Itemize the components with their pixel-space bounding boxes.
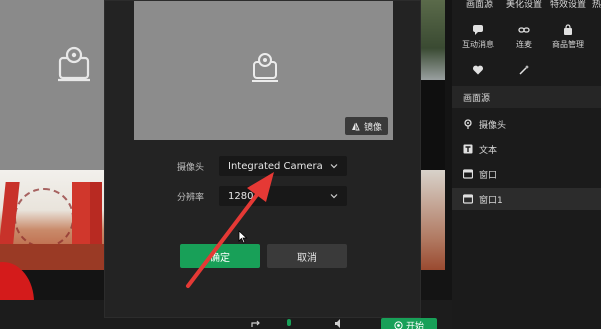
effects-button[interactable] [504, 64, 544, 79]
source-label: 摄像头 [479, 120, 507, 131]
tool-label: 商品管理 [552, 40, 584, 49]
right-panel: 画面源 美化设置 特效设置 热 互动消息 连麦 商品管理 画面源 摄像头 文本 … [452, 0, 601, 329]
camera-select-value: Integrated Camera [228, 160, 323, 172]
camera-icon [58, 46, 90, 82]
scene-thumbnail-bottom [421, 170, 445, 270]
start-live-button[interactable]: 开始 [381, 318, 437, 329]
main-preview-canvas[interactable] [0, 0, 104, 170]
tab-effects[interactable]: 特效设置 [550, 0, 586, 10]
tool-label: 连麦 [516, 40, 532, 49]
camera-select[interactable]: Integrated Camera [219, 156, 347, 176]
chevron-down-icon [330, 164, 338, 169]
chat-icon [473, 25, 483, 35]
mouse-cursor-icon [238, 230, 248, 244]
microphone-icon[interactable] [284, 318, 294, 329]
resolution-select[interactable]: 1280 [219, 186, 347, 206]
source-item-camera[interactable]: 摄像头 [452, 113, 601, 135]
source-label: 窗口1 [479, 195, 503, 206]
source-item-window-1[interactable]: 窗口1 [452, 188, 601, 210]
source-item-window[interactable]: 窗口 [452, 163, 601, 185]
camera-settings-dialog: 镜像 摄像头 Integrated Camera 分辨率 1280 确定 取消 [104, 0, 421, 318]
bag-icon [564, 24, 572, 35]
cancel-button[interactable]: 取消 [267, 244, 347, 268]
chevron-down-icon [330, 194, 338, 199]
mirror-button[interactable]: 镜像 [344, 117, 388, 135]
scene-background-image [0, 170, 104, 270]
location-pin-icon [464, 119, 472, 129]
tab-sources[interactable]: 画面源 [466, 0, 493, 10]
app-window: 镜像 摄像头 Integrated Camera 分辨率 1280 确定 取消 … [0, 0, 601, 329]
source-label: 文本 [479, 145, 498, 156]
mirror-label: 镜像 [363, 122, 382, 133]
resolution-field-label: 分辨率 [177, 193, 205, 203]
panel-tabs: 画面源 美化设置 特效设置 热 [452, 0, 601, 14]
camera-preview: 镜像 [134, 1, 393, 140]
product-management-button[interactable]: 商品管理 [548, 24, 588, 50]
mirror-icon [351, 122, 360, 130]
start-label: 开始 [405, 321, 424, 329]
source-label: 窗口 [479, 170, 498, 181]
interactive-messages-button[interactable]: 互动消息 [458, 24, 498, 50]
tool-grid: 互动消息 连麦 商品管理 [452, 14, 601, 80]
sources-header: 画面源 [452, 86, 601, 108]
play-circle-icon [394, 320, 403, 329]
resolution-select-value: 1280 [228, 190, 254, 202]
window-icon [463, 169, 473, 179]
link-icon [518, 27, 530, 33]
likes-button[interactable] [458, 64, 498, 79]
ok-button[interactable]: 确定 [180, 244, 260, 268]
share-icon[interactable] [250, 318, 262, 329]
camera-icon [252, 53, 278, 82]
window-icon [463, 194, 473, 204]
tool-label: 互动消息 [462, 40, 494, 49]
co-host-button[interactable]: 连麦 [504, 24, 544, 50]
source-item-text[interactable]: 文本 [452, 138, 601, 160]
camera-field-label: 摄像头 [177, 163, 205, 173]
text-t-icon [463, 144, 473, 154]
tab-beauty[interactable]: 美化设置 [506, 0, 542, 10]
tab-hot[interactable]: 热 [592, 0, 601, 10]
heart-icon [472, 65, 484, 75]
speaker-icon[interactable] [334, 318, 346, 329]
magic-icon [519, 65, 529, 75]
scene-thumbnail-top [421, 0, 445, 80]
